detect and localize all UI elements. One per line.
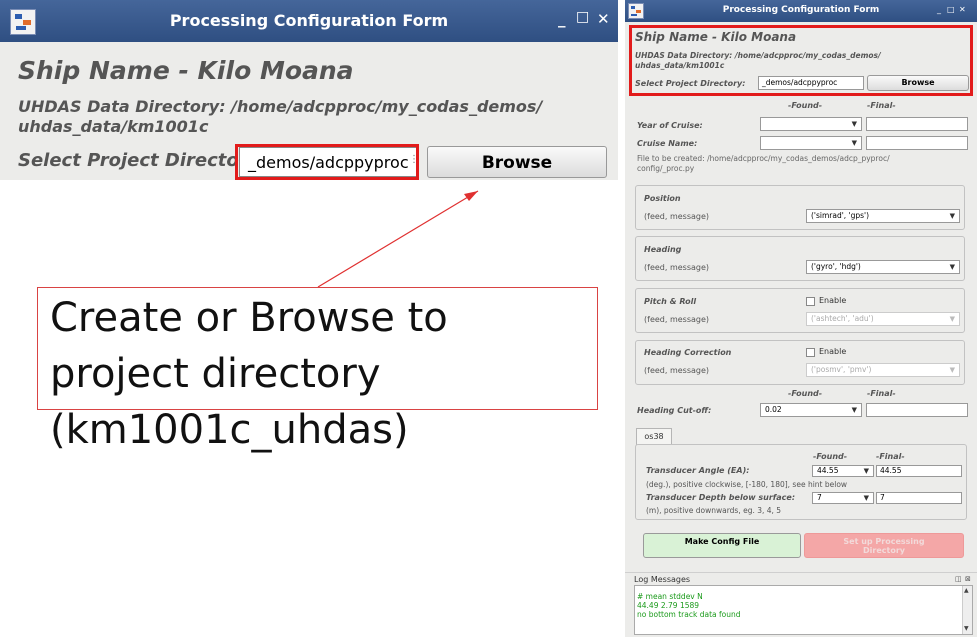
tx-angle-final-input[interactable]: 44.55: [876, 465, 962, 477]
log-close-icon[interactable]: ⊠: [965, 575, 971, 583]
scroll-up-icon[interactable]: ▲: [964, 587, 969, 594]
position-select[interactable]: ('simrad', 'gps') ▼: [806, 209, 960, 223]
setup-button[interactable]: Set up Processing Directory: [804, 533, 964, 558]
tx-depth-final-input[interactable]: 7: [876, 492, 962, 504]
log-text: # mean stddev N 44.49 2.79 1589 no botto…: [637, 592, 740, 619]
log-line: # mean stddev N: [637, 592, 703, 601]
position-sub: (feed, message): [644, 212, 710, 221]
heading-section: Heading (feed, message) ('gyro', 'hdg') ▼: [635, 236, 965, 281]
log-float-icon[interactable]: ◫: [955, 575, 962, 583]
pitch-enable-label: Enable: [819, 296, 847, 305]
scroll-down-icon[interactable]: ▼: [964, 625, 969, 632]
log-scrollbar[interactable]: ▲ ▼: [962, 586, 972, 634]
hcorr-title: Heading Correction: [644, 348, 732, 357]
callout-text: Create or Browse to project directory (k…: [50, 295, 448, 453]
window-title-small: Processing Configuration Form: [722, 5, 880, 15]
cutoff-found-select[interactable]: 0.02 ▼: [760, 403, 862, 417]
close-icon-small[interactable]: ✕: [959, 5, 966, 14]
position-title: Position: [644, 194, 681, 203]
log-line: no bottom track data found: [637, 610, 741, 619]
tx-depth-label: Transducer Depth below surface:: [646, 493, 796, 502]
callout-box: Create or Browse to project directory (k…: [37, 287, 598, 453]
cutoff-final-input[interactable]: [866, 403, 968, 417]
heading-sub: (feed, message): [644, 263, 710, 272]
divider: [625, 572, 977, 573]
minimize-icon-small[interactable]: _: [937, 5, 941, 14]
log-line: 44.49 2.79 1589: [637, 601, 700, 610]
highlight-box-small: [629, 25, 973, 96]
maximize-icon-small[interactable]: □: [947, 5, 955, 14]
pitch-sub: (feed, message): [644, 315, 710, 324]
tx-depth-found-select[interactable]: 7 ▼: [812, 492, 874, 504]
cruise-label: Cruise Name:: [637, 139, 698, 148]
cruise-final-input[interactable]: [866, 136, 968, 150]
tx-angle-label: Transducer Angle (EA):: [646, 466, 750, 475]
hcorr-enable-checkbox[interactable]: [806, 348, 815, 357]
tx-depth-hint: (m), positive downwards, eg. 3, 4, 5: [646, 506, 782, 515]
hcorr-sub: (feed, message): [644, 366, 710, 375]
year-label: Year of Cruise:: [637, 121, 703, 130]
pitch-title: Pitch & Roll: [644, 297, 697, 306]
title-bar-small: Processing Configuration Form _ □ ✕: [625, 0, 977, 22]
log-title: Log Messages: [634, 575, 691, 584]
heading-select[interactable]: ('gyro', 'hdg') ▼: [806, 260, 960, 274]
tab-os38[interactable]: os38: [636, 428, 672, 445]
final-header-2: -Final-: [867, 389, 896, 398]
log-panel[interactable]: # mean stddev N 44.49 2.79 1589 no botto…: [634, 585, 973, 635]
file-note: File to be created: /home/adcpproc/my_co…: [637, 154, 890, 173]
found-header-2: -Found-: [788, 389, 823, 398]
pitch-enable-checkbox[interactable]: [806, 297, 815, 306]
cutoff-label: Heading Cut-off:: [637, 406, 712, 415]
heading-title: Heading: [644, 245, 682, 254]
hcorr-select[interactable]: ('posmv', 'pmv') ▼: [806, 363, 960, 377]
tab-panel: -Found- -Final- Transducer Angle (EA): 4…: [635, 444, 967, 520]
hcorr-enable-label: Enable: [819, 347, 847, 356]
year-final-input[interactable]: [866, 117, 968, 131]
year-found-select[interactable]: ▼: [760, 117, 862, 131]
hcorr-section: Heading Correction Enable (feed, message…: [635, 340, 965, 385]
position-section: Position (feed, message) ('simrad', 'gps…: [635, 185, 965, 230]
pitch-section: Pitch & Roll Enable (feed, message) ('as…: [635, 288, 965, 333]
make-config-button[interactable]: Make Config File: [643, 533, 801, 558]
pitch-select[interactable]: ('ashtech', 'adu') ▼: [806, 312, 960, 326]
tx-angle-hint: (deg.), positive clockwise, [-180, 180],…: [646, 480, 848, 489]
config-window: Processing Configuration Form _ □ ✕ Ship…: [625, 0, 977, 637]
cruise-found-select[interactable]: ▼: [760, 136, 862, 150]
found-header: -Found-: [788, 101, 823, 110]
found-header-3: -Found-: [813, 452, 848, 461]
final-header-3: -Final-: [876, 452, 905, 461]
tx-angle-found-select[interactable]: 44.55 ▼: [812, 465, 874, 477]
final-header: -Final-: [867, 101, 896, 110]
